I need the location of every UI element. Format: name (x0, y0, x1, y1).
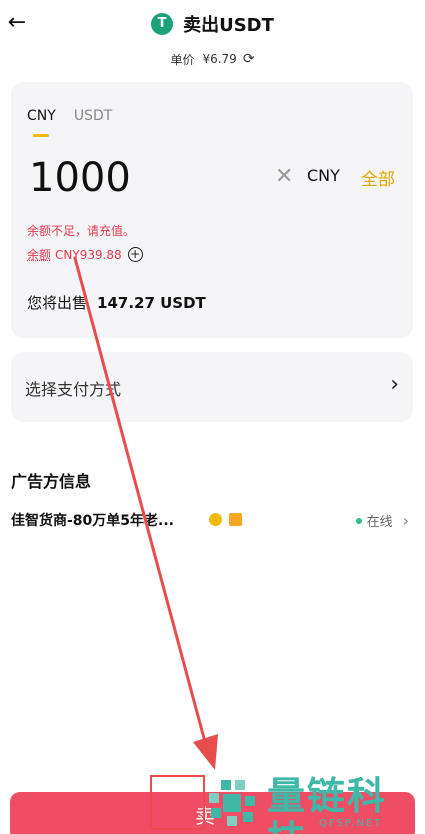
currency-tabs: CNY USDT (27, 108, 130, 137)
advertiser-row[interactable]: 佳智货商-80万单5年老... 在线 › (11, 510, 413, 532)
online-dot-icon (355, 517, 362, 524)
amount-currency: CNY (307, 166, 340, 185)
payment-method-selector[interactable]: 选择支付方式 › (11, 352, 413, 422)
balance-row: 余额 CNY939.88 + (27, 246, 143, 263)
receive-label: 您将出售 (27, 294, 88, 312)
annotation-highlight-box (150, 775, 205, 830)
watermark-domain: QFSP.NET (319, 818, 383, 829)
price-row: 单价 ¥6.79 ⟳ (0, 48, 425, 70)
advertiser-name: 佳智货商-80万单5年老... (11, 513, 174, 529)
price-label: 单价 (170, 52, 195, 67)
error-message: 余额不足，请充值。 (27, 224, 136, 238)
chevron-right-icon: › (390, 372, 399, 397)
title-wrap: T 卖出USDT (0, 10, 425, 38)
refresh-icon[interactable]: ⟳ (243, 51, 255, 67)
page-title: 卖出USDT (183, 15, 274, 36)
tab-usdt[interactable]: USDT (74, 108, 112, 124)
price-value: ¥6.79 (202, 52, 237, 66)
receive-row: 您将出售 147.27 USDT (27, 292, 206, 313)
payment-method-label: 选择支付方式 (25, 380, 122, 399)
header: ← T 卖出USDT (0, 0, 425, 48)
advertiser-section-title: 广告方信息 (11, 472, 92, 491)
merchant-badge-icon (229, 513, 242, 526)
amount-card: CNY USDT 1000 ✕ CNY 全部 余额不足，请充值。 余额 CNY9… (11, 82, 413, 338)
plus-circle-icon[interactable]: + (127, 247, 143, 262)
verified-badge-icon (209, 513, 222, 526)
watermark: 量链科技 QFSP.NET (207, 770, 425, 834)
receive-value: 147.27 USDT (97, 294, 206, 312)
online-status: 在线 › (355, 511, 409, 530)
chevron-right-icon: › (402, 511, 409, 530)
all-button[interactable]: 全部 (361, 165, 395, 190)
balance-label: 余额 (27, 248, 52, 262)
tab-cny[interactable]: CNY (27, 108, 56, 137)
online-status-label: 在线 (366, 515, 393, 530)
balance-value: CNY939.88 (55, 247, 122, 262)
watermark-logo-icon (209, 780, 255, 826)
amount-input[interactable]: 1000 (29, 154, 131, 202)
close-icon[interactable]: ✕ (275, 164, 293, 190)
tether-icon: T (151, 13, 174, 35)
